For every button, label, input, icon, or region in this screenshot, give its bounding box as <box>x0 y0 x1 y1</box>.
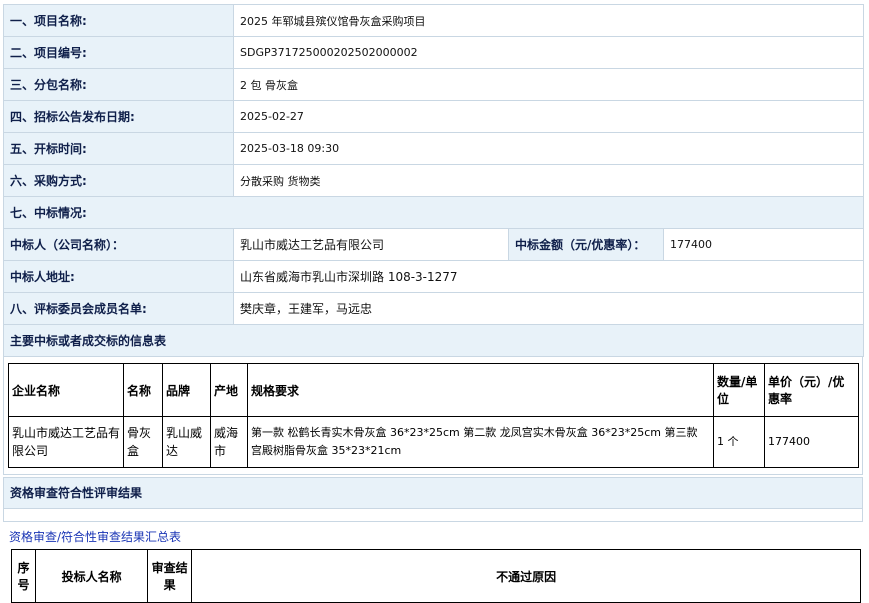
cell-spec: 第一款 松鹤长青实木骨灰盒 36*23*25cm 第二款 龙凤宫实木骨灰盒 36… <box>247 416 714 468</box>
cell-qty: 1 个 <box>713 416 765 468</box>
cell-brand: 乳山威达 <box>162 416 211 468</box>
col-company-header: 企业名称 <box>8 363 124 417</box>
amount-label: 中标金额（元/优惠率）： <box>508 228 664 261</box>
cell-origin: 威海市 <box>210 416 248 468</box>
qualification-summary-link[interactable]: 资格审查/符合性审查结果汇总表 <box>9 528 863 545</box>
winner-row: 中标人（公司名称）： 乳山市威达工艺品有限公司 中标金额（元/优惠率）： 177… <box>3 228 865 261</box>
procurement-method-row: 六、采购方式: 分散采购 货物类 <box>3 164 865 197</box>
winner-value: 乳山市威达工艺品有限公司 <box>233 228 509 261</box>
cell-company: 乳山市威达工艺品有限公司 <box>8 416 124 468</box>
project-name-value: 2025 年郓城县殡仪馆骨灰盒采购项目 <box>232 4 865 37</box>
committee-row: 八、评标委员会成员名单: 樊庆章，王建军，马远忠 <box>3 292 865 325</box>
package-name-row: 三、分包名称: 2 包 骨灰盒 <box>3 68 865 101</box>
opening-time-label: 五、开标时间: <box>3 132 234 165</box>
winner-address-row: 中标人地址: 山东省威海市乳山市深圳路 108-3-1277 <box>3 260 865 293</box>
opening-time-row: 五、开标时间: 2025-03-18 09:30 <box>3 132 865 165</box>
col-origin-header: 产地 <box>210 363 248 417</box>
committee-value: 樊庆章，王建军，马远忠 <box>232 292 865 325</box>
award-section-row: 七、中标情况: <box>2 196 865 229</box>
main-info-wrapper: 企业名称 名称 品牌 产地 规格要求 数量/单位 单价（元）/优惠率 乳山市威达… <box>3 357 863 475</box>
project-number-label: 二、项目编号: <box>3 36 234 69</box>
amount-value: 177400 <box>662 228 865 261</box>
col-price-header: 单价（元）/优惠率 <box>764 363 859 417</box>
project-number-value: SDGP371725000202502000002 <box>232 36 865 69</box>
winner-label: 中标人（公司名称）： <box>3 228 234 261</box>
project-number-row: 二、项目编号: SDGP371725000202502000002 <box>3 36 865 69</box>
main-info-title: 主要中标或者成交标的信息表 <box>2 324 865 357</box>
main-info-title-row: 主要中标或者成交标的信息表 <box>2 324 865 357</box>
col-spec-header: 规格要求 <box>247 363 714 417</box>
cell-price: 177400 <box>764 416 859 468</box>
winner-address-value: 山东省威海市乳山市深圳路 108-3-1277 <box>232 260 865 293</box>
cell-name: 骨灰盒 <box>123 416 163 468</box>
package-name-value: 2 包 骨灰盒 <box>232 68 865 101</box>
procurement-method-label: 六、采购方式: <box>3 164 234 197</box>
package-name-label: 三、分包名称: <box>3 68 234 101</box>
col-name-header: 名称 <box>123 363 163 417</box>
col-bidder-header: 投标人名称 <box>35 549 149 603</box>
award-section-title: 七、中标情况: <box>2 196 865 229</box>
winner-address-label: 中标人地址: <box>3 260 234 293</box>
col-seq-header: 序号 <box>10 549 37 603</box>
main-info-header-row: 企业名称 名称 品牌 产地 规格要求 数量/单位 单价（元）/优惠率 <box>8 363 859 417</box>
publish-date-label: 四、招标公告发布日期: <box>3 100 234 133</box>
qualification-spacer <box>3 509 863 522</box>
committee-label: 八、评标委员会成员名单: <box>3 292 234 325</box>
col-reason-header: 不通过原因 <box>191 549 861 603</box>
qualification-section-title: 资格审查符合性评审结果 <box>3 477 863 509</box>
project-info-table: 一、项目名称: 2025 年郓城县殡仪馆骨灰盒采购项目 二、项目编号: SDGP… <box>2 4 865 357</box>
table-row: 乳山市威达工艺品有限公司 骨灰盒 乳山威达 威海市 第一款 松鹤长青实木骨灰盒 … <box>8 416 859 468</box>
col-qty-header: 数量/单位 <box>713 363 765 417</box>
procurement-method-value: 分散采购 货物类 <box>232 164 865 197</box>
project-name-row: 一、项目名称: 2025 年郓城县殡仪馆骨灰盒采购项目 <box>3 4 865 37</box>
qualification-header-row: 序号 投标人名称 审查结果 不通过原因 <box>10 549 861 603</box>
project-name-label: 一、项目名称: <box>3 4 234 37</box>
qualification-table: 序号 投标人名称 审查结果 不通过原因 <box>10 549 861 603</box>
publish-date-value: 2025-02-27 <box>232 100 865 133</box>
main-info-table: 企业名称 名称 品牌 产地 规格要求 数量/单位 单价（元）/优惠率 乳山市威达… <box>8 363 859 468</box>
publish-date-row: 四、招标公告发布日期: 2025-02-27 <box>3 100 865 133</box>
col-brand-header: 品牌 <box>162 363 211 417</box>
col-result-header: 审查结果 <box>147 549 193 603</box>
bid-result-page: 一、项目名称: 2025 年郓城县殡仪馆骨灰盒采购项目 二、项目编号: SDGP… <box>2 4 865 603</box>
opening-time-value: 2025-03-18 09:30 <box>232 132 865 165</box>
